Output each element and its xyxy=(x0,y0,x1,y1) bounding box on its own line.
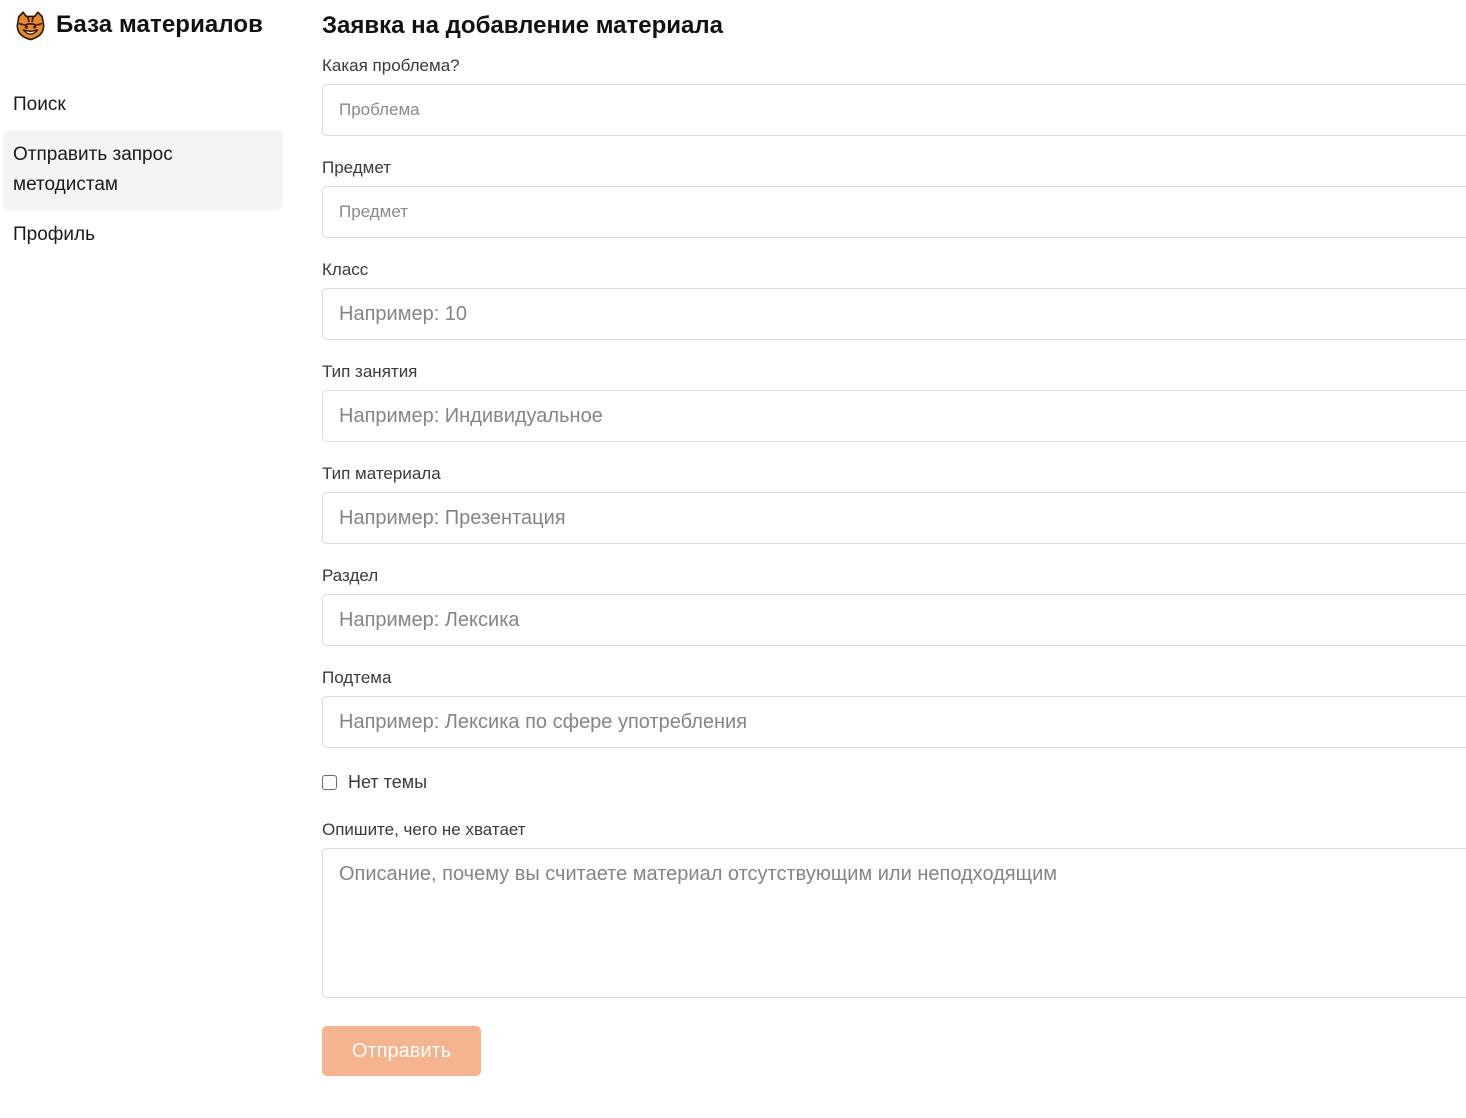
submit-button[interactable]: Отправить xyxy=(322,1026,481,1076)
grade-label: Класс xyxy=(322,260,369,279)
main-content: Заявка на добавление материала Какая про… xyxy=(322,0,1466,1118)
no-topic-label[interactable]: Нет темы xyxy=(348,772,427,793)
sidebar-nav: Поиск Отправить запрос методистам Профил… xyxy=(3,80,283,260)
material-type-label: Тип материала xyxy=(322,464,441,483)
page-title: Заявка на добавление материала xyxy=(322,12,723,39)
app-root: База материалов Поиск Отправить запрос м… xyxy=(0,0,1466,1118)
sidebar-item-profile[interactable]: Профиль xyxy=(3,210,283,260)
section-label: Раздел xyxy=(322,566,379,585)
no-topic-checkbox[interactable] xyxy=(322,774,337,790)
lesson-type-label: Тип занятия xyxy=(322,362,418,381)
description-textarea[interactable] xyxy=(322,848,1466,998)
material-type-input[interactable] xyxy=(322,492,1466,544)
problem-label: Какая проблема? xyxy=(322,56,460,75)
brand[interactable]: База материалов xyxy=(14,8,263,42)
subject-input[interactable] xyxy=(322,186,1466,238)
subtopic-label: Подтема xyxy=(322,668,392,687)
subject-label: Предмет xyxy=(322,158,392,177)
no-topic-row: Нет темы xyxy=(322,771,427,793)
subtopic-input[interactable] xyxy=(322,696,1466,748)
lesson-type-input[interactable] xyxy=(322,390,1466,442)
sidebar-item-search[interactable]: Поиск xyxy=(3,80,283,130)
section-input[interactable] xyxy=(322,594,1466,646)
sidebar: База материалов Поиск Отправить запрос м… xyxy=(0,0,290,1118)
description-label: Опишите, чего не хватает xyxy=(322,820,526,839)
app-title: База материалов xyxy=(56,11,264,38)
sidebar-item-send-request[interactable]: Отправить запрос методистам xyxy=(3,130,283,210)
grade-input[interactable] xyxy=(322,288,1466,340)
problem-input[interactable] xyxy=(322,84,1466,136)
tiger-logo-icon xyxy=(16,10,45,40)
